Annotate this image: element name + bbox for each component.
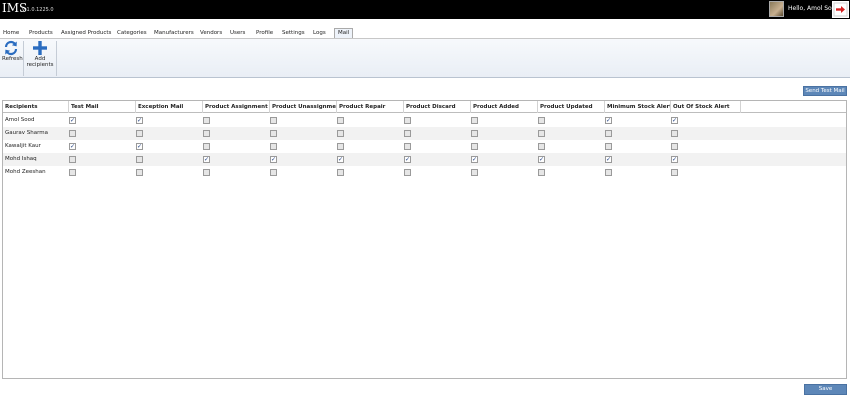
column-header[interactable]: Product Added xyxy=(471,101,538,113)
column-header[interactable]: Product Updated xyxy=(538,101,605,113)
mail-option-checkbox[interactable] xyxy=(270,130,277,137)
mail-option-checkbox[interactable]: ✓ xyxy=(538,156,545,163)
mail-option-checkbox[interactable] xyxy=(203,130,210,137)
column-header[interactable]: Exception Mail xyxy=(136,101,203,113)
mail-option-checkbox[interactable]: ✓ xyxy=(270,156,277,163)
mail-option-checkbox[interactable] xyxy=(337,169,344,176)
mail-option-checkbox[interactable] xyxy=(270,117,277,124)
column-header[interactable]: Product Unassignment xyxy=(270,101,337,113)
mail-option-checkbox[interactable] xyxy=(404,130,411,137)
column-header[interactable]: Product Repair xyxy=(337,101,404,113)
mail-option-checkbox[interactable] xyxy=(471,169,478,176)
mail-option-checkbox[interactable]: ✓ xyxy=(203,156,210,163)
column-header[interactable]: Product Discard xyxy=(404,101,471,113)
mail-option-checkbox[interactable] xyxy=(404,169,411,176)
mail-option-checkbox[interactable]: ✓ xyxy=(69,143,76,150)
ribbon-toolbar: Refresh Add recipients xyxy=(0,39,850,78)
column-header[interactable]: Test Mail xyxy=(69,101,136,113)
recipients-grid: Recipients Test Mail Exception Mail Product… xyxy=(2,100,847,379)
mail-option-checkbox[interactable] xyxy=(337,130,344,137)
mail-option-checkbox[interactable] xyxy=(404,143,411,150)
mail-option-checkbox[interactable] xyxy=(203,169,210,176)
mail-option-checkbox[interactable] xyxy=(471,143,478,150)
mail-option-checkbox[interactable] xyxy=(538,117,545,124)
mail-option-checkbox[interactable] xyxy=(136,130,143,137)
mail-option-checkbox[interactable]: ✓ xyxy=(471,156,478,163)
mail-option-checkbox[interactable]: ✓ xyxy=(404,156,411,163)
mail-option-checkbox[interactable] xyxy=(136,156,143,163)
mail-option-checkbox[interactable] xyxy=(538,130,545,137)
mail-option-checkbox[interactable]: ✓ xyxy=(605,156,612,163)
mail-option-checkbox[interactable]: ✓ xyxy=(605,117,612,124)
table-row[interactable]: Kawaljit Kaur ✓ ✓ xyxy=(3,140,846,153)
mail-option-checkbox[interactable] xyxy=(605,130,612,137)
mail-option-checkbox[interactable] xyxy=(69,156,76,163)
mail-option-checkbox[interactable] xyxy=(270,169,277,176)
mail-option-checkbox[interactable] xyxy=(337,117,344,124)
column-header[interactable]: Out Of Stock Alert xyxy=(671,101,741,113)
column-header[interactable]: Recipients xyxy=(3,101,69,113)
mail-option-checkbox[interactable] xyxy=(136,169,143,176)
mail-option-checkbox[interactable]: ✓ xyxy=(337,156,344,163)
user-avatar xyxy=(769,1,784,17)
save-button[interactable]: Save xyxy=(804,384,847,395)
ribbon-separator xyxy=(56,41,57,76)
ribbon-separator xyxy=(23,41,24,76)
mail-option-checkbox[interactable] xyxy=(203,117,210,124)
app-version: v 1.0.1225.0 xyxy=(22,7,54,13)
recipient-name: Mohd Zeeshan xyxy=(5,169,46,175)
recipient-name: Amol Sood xyxy=(5,117,35,123)
mail-option-checkbox[interactable] xyxy=(203,143,210,150)
mail-option-checkbox[interactable] xyxy=(69,130,76,137)
table-row[interactable]: Mohd Ishaq ✓ ✓ ✓ ✓ ✓ ✓ ✓ ✓ xyxy=(3,153,846,166)
send-test-mail-button[interactable]: Send Test Mail xyxy=(803,86,847,96)
refresh-icon xyxy=(4,40,18,56)
mail-option-checkbox[interactable]: ✓ xyxy=(671,156,678,163)
mail-option-checkbox[interactable] xyxy=(605,143,612,150)
mail-option-checkbox[interactable] xyxy=(671,169,678,176)
mail-option-checkbox[interactable] xyxy=(471,117,478,124)
column-header[interactable]: Minimum Stock Alert xyxy=(605,101,671,113)
add-recipients-label: Add recipients xyxy=(26,56,54,68)
column-header[interactable]: Product Assignment xyxy=(203,101,270,113)
mail-option-checkbox[interactable]: ✓ xyxy=(136,143,143,150)
refresh-label: Refresh xyxy=(2,56,23,62)
table-row[interactable]: Gaurav Sharma xyxy=(3,127,846,140)
plus-icon xyxy=(33,41,47,55)
mail-option-checkbox[interactable]: ✓ xyxy=(69,117,76,124)
logout-icon xyxy=(833,2,848,17)
grid-header: Recipients Test Mail Exception Mail Product… xyxy=(3,101,846,113)
mail-option-checkbox[interactable] xyxy=(471,130,478,137)
recipient-name: Kawaljit Kaur xyxy=(5,143,41,149)
recipient-name: Gaurav Sharma xyxy=(5,130,48,136)
mail-option-checkbox[interactable] xyxy=(671,143,678,150)
mail-option-checkbox[interactable] xyxy=(671,130,678,137)
table-row[interactable]: Mohd Zeeshan xyxy=(3,166,846,179)
mail-option-checkbox[interactable] xyxy=(538,169,545,176)
mail-option-checkbox[interactable] xyxy=(69,169,76,176)
mail-option-checkbox[interactable] xyxy=(337,143,344,150)
table-row[interactable]: Amol Sood ✓ ✓ ✓ ✓ xyxy=(3,114,846,127)
mail-option-checkbox[interactable] xyxy=(605,169,612,176)
logout-button[interactable] xyxy=(832,1,849,18)
recipient-name: Mohd Ishaq xyxy=(5,156,37,162)
add-recipients-button[interactable]: Add recipients xyxy=(26,40,54,68)
mail-option-checkbox[interactable] xyxy=(538,143,545,150)
mail-option-checkbox[interactable]: ✓ xyxy=(136,117,143,124)
mail-option-checkbox[interactable] xyxy=(404,117,411,124)
refresh-button[interactable]: Refresh xyxy=(2,40,23,62)
mail-option-checkbox[interactable]: ✓ xyxy=(671,117,678,124)
title-bar: IMS v 1.0.1225.0 Hello, Amol Sood xyxy=(0,0,850,19)
mail-option-checkbox[interactable] xyxy=(270,143,277,150)
